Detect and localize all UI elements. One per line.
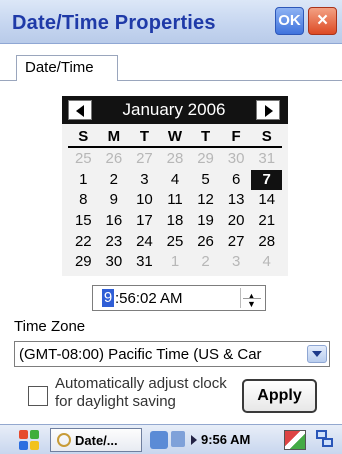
weekday-label: S: [261, 128, 272, 145]
calendar-day[interactable]: 4: [251, 252, 282, 273]
calendar-day[interactable]: 9: [99, 190, 130, 211]
triangle-left-icon: [76, 105, 84, 117]
close-button[interactable]: ×: [308, 7, 337, 35]
time-zone-select[interactable]: (GMT-08:00) Pacific Time (US & Car: [14, 341, 330, 367]
calendar-header: January 2006: [62, 96, 288, 124]
calendar-day[interactable]: 20: [221, 211, 252, 232]
auto-adjust-label[interactable]: Automatically adjust clock for daylight …: [55, 375, 235, 411]
calendar-day[interactable]: 18: [160, 211, 191, 232]
calendar-day[interactable]: 27: [129, 149, 160, 170]
input-panel-icon[interactable]: [284, 430, 306, 450]
connection-screen-front: [322, 438, 333, 447]
calendar-day[interactable]: 31: [251, 149, 282, 170]
calendar-day[interactable]: 15: [68, 211, 99, 232]
weekday-label: W: [167, 128, 183, 145]
calendar-day[interactable]: 10: [129, 190, 160, 211]
calendar-day[interactable]: 24: [129, 232, 160, 253]
weekday-label: S: [78, 128, 89, 145]
calendar-day[interactable]: 12: [190, 190, 221, 211]
time-zone-value[interactable]: (GMT-08:00) Pacific Time (US & Car: [19, 346, 262, 363]
sync-icon[interactable]: [171, 431, 185, 447]
taskbar: Date/... 9:56 AM: [0, 424, 342, 454]
weekday-label: T: [200, 128, 211, 145]
calendar-day[interactable]: 17: [129, 211, 160, 232]
calendar-day[interactable]: 27: [221, 232, 252, 253]
calendar-day[interactable]: 28: [251, 232, 282, 253]
calendar-day[interactable]: 29: [68, 252, 99, 273]
windows-flag-icon[interactable]: [18, 429, 40, 451]
next-month-button[interactable]: [256, 100, 280, 120]
dropdown-button[interactable]: [307, 345, 327, 363]
network-icon[interactable]: [150, 431, 168, 449]
calendar-day[interactable]: 16: [99, 211, 130, 232]
window-title: Date/Time Properties: [12, 12, 216, 34]
calendar-day[interactable]: 5: [190, 170, 221, 191]
taskbar-task-label: Date/...: [75, 433, 118, 448]
weekday-label: T: [139, 128, 149, 145]
calendar-day[interactable]: 11: [160, 190, 191, 211]
calendar-day[interactable]: 1: [68, 170, 99, 191]
calendar-day[interactable]: 13: [221, 190, 252, 211]
connection-icon[interactable]: [316, 430, 336, 450]
tab-date-time[interactable]: Date/Time: [16, 55, 118, 81]
time-spinner[interactable]: ▲ ▼: [240, 288, 262, 309]
calendar-day[interactable]: 14: [251, 190, 282, 211]
calendar-day[interactable]: 21: [251, 211, 282, 232]
calendar-day[interactable]: 30: [221, 149, 252, 170]
tray-expand-icon[interactable]: [191, 435, 197, 445]
triangle-right-icon: [265, 105, 273, 117]
calendar-day[interactable]: 7: [251, 169, 282, 191]
auto-adjust-checkbox[interactable]: [28, 386, 48, 406]
calendar-day[interactable]: 30: [99, 252, 130, 273]
time-zone-label: Time Zone: [14, 318, 86, 335]
month-label[interactable]: January 2006: [98, 100, 250, 120]
calendar-day[interactable]: 28: [160, 149, 191, 170]
calendar-day[interactable]: 23: [99, 232, 130, 253]
taskbar-clock[interactable]: 9:56 AM: [201, 432, 250, 447]
month-calendar: January 2006 S M T W T F S 25 26 27 28 29 30 3…: [62, 96, 288, 276]
weekday-label: F: [231, 128, 241, 145]
flag-red-quadrant: [19, 430, 28, 439]
calendar-day[interactable]: 29: [190, 149, 221, 170]
calendar-day[interactable]: 2: [99, 170, 130, 191]
flag-green-quadrant: [30, 430, 39, 439]
weekday-header-row: S M T W T F S: [68, 128, 282, 148]
time-rest-text[interactable]: :56:02 AM: [115, 290, 183, 307]
calendar-day[interactable]: 26: [190, 232, 221, 253]
calendar-day[interactable]: 3: [129, 170, 160, 191]
calendar-day[interactable]: 8: [68, 190, 99, 211]
calendar-day[interactable]: 6: [221, 170, 252, 191]
ok-button[interactable]: OK: [275, 7, 304, 35]
flag-blue-quadrant: [19, 441, 28, 450]
calendar-day[interactable]: 2: [190, 252, 221, 273]
spinner-down-icon[interactable]: ▼: [247, 299, 256, 309]
calendar-day[interactable]: 25: [160, 232, 191, 253]
calendar-days-grid: 25 26 27 28 29 30 31 1 2 3 4 5 6 7 8 9 10 11 12 13 14 15 16 17 1…: [68, 149, 282, 273]
chevron-down-icon: [312, 351, 322, 357]
calendar-day[interactable]: 3: [221, 252, 252, 273]
prev-month-button[interactable]: [68, 100, 92, 120]
apply-button[interactable]: Apply: [242, 379, 317, 413]
time-picker[interactable]: 9 :56:02 AM ▲ ▼: [92, 285, 266, 311]
time-hour-field[interactable]: 9: [102, 289, 114, 307]
calendar-day[interactable]: 4: [160, 170, 191, 191]
calendar-day[interactable]: 26: [99, 149, 130, 170]
calendar-day[interactable]: 22: [68, 232, 99, 253]
flag-yellow-quadrant: [30, 441, 39, 450]
clock-app-icon: [57, 433, 71, 447]
title-bar: Date/Time Properties OK ×: [0, 0, 342, 44]
calendar-day[interactable]: 19: [190, 211, 221, 232]
calendar-day[interactable]: 1: [160, 252, 191, 273]
taskbar-task-button[interactable]: Date/...: [50, 428, 142, 452]
calendar-day[interactable]: 25: [68, 149, 99, 170]
calendar-day[interactable]: 31: [129, 252, 160, 273]
weekday-label: M: [107, 128, 121, 145]
